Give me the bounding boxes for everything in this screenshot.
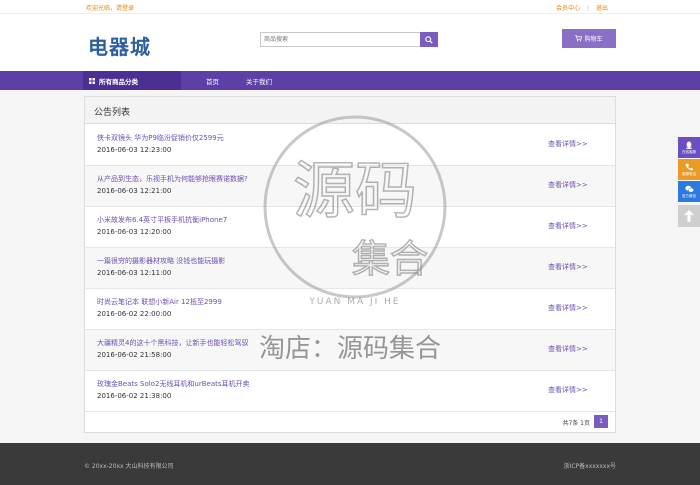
list-item: 小米故发布6.4英寸平板手机抗衡iPhone7 2016-06-03 12:20… [85, 207, 615, 248]
cart-label: 购物车 [584, 36, 603, 43]
view-details-link[interactable]: 查看详情>> [548, 385, 588, 395]
welcome-login-link[interactable]: 欢迎光临，请登录 [86, 3, 134, 12]
search-box [260, 32, 438, 47]
back-to-top-button[interactable] [678, 205, 700, 227]
pagination: 共7条 1页 1 [85, 411, 615, 433]
top-links: 会员中心 | 退出 [551, 3, 608, 12]
top-bar: 欢迎光临，请登录 会员中心 | 退出 [0, 0, 700, 14]
site-header: 电器城 购物车 [0, 14, 700, 71]
cart-button[interactable]: 购物车 [562, 29, 616, 48]
phone-icon [685, 163, 693, 170]
sidebar-wechat-label: 官方微信 [682, 193, 696, 198]
announcement-panel: 公告列表 侠卡双镜头 华为P9临汾促销价仅2599元 2016-06-03 12… [84, 96, 616, 433]
logout-link[interactable]: 退出 [596, 5, 608, 12]
list-item: 侠卡双镜头 华为P9临汾促销价仅2599元 2016-06-03 12:23:0… [85, 125, 615, 166]
announcement-date: 2016-06-03 12:11:00 [97, 269, 172, 277]
cart-icon [575, 35, 583, 42]
top-links-divider: | [587, 5, 590, 12]
list-item: 大疆精灵4的这十个黑科技，让新手也能轻松驾驭 2016-06-02 21:58:… [85, 330, 615, 371]
sidebar-qq-label: 在线客服 [682, 149, 696, 154]
view-details-link[interactable]: 查看详情>> [548, 344, 588, 354]
announcement-date: 2016-06-03 12:21:00 [97, 187, 172, 195]
list-item: 从产品到生态，乐视手机为何能够抢眼赛诺数据? 2016-06-03 12:21:… [85, 166, 615, 207]
all-categories-label: 所有商品分类 [99, 77, 138, 86]
announcement-date: 2016-06-02 21:38:00 [97, 392, 172, 400]
announcement-title[interactable]: 大疆精灵4的这十个黑科技，让新手也能轻松驾驭 [97, 338, 248, 348]
grid-icon [89, 77, 95, 84]
member-center-link[interactable]: 会员中心 [556, 5, 580, 12]
nav-item-home[interactable]: 首页 [206, 76, 219, 86]
sidebar-wechat-button[interactable]: 官方微信 [678, 181, 700, 202]
announcement-date: 2016-06-02 22:00:00 [97, 310, 172, 318]
announcement-title[interactable]: 小米故发布6.4英寸平板手机抗衡iPhone7 [97, 215, 227, 225]
wechat-icon [684, 185, 694, 192]
page-button-current[interactable]: 1 [594, 415, 608, 428]
announcement-title[interactable]: 玫瑰金Beats Solo2无线耳机和urBeats耳机开卖 [97, 379, 250, 389]
list-item: 一篇很穷的摄影器材攻略 没钱也能玩摄影 2016-06-03 12:11:00 … [85, 248, 615, 289]
arrow-up-icon [684, 210, 694, 222]
footer-icp[interactable]: 浙ICP备xxxxxxx号 [564, 461, 616, 470]
list-item: 玫瑰金Beats Solo2无线耳机和urBeats耳机开卖 2016-06-0… [85, 371, 615, 412]
site-footer: © 20xx-20xx 大山科技有限公司 浙ICP备xxxxxxx号 [0, 443, 700, 485]
pagination-info: 共7条 1页 [562, 420, 590, 427]
main-nav: 所有商品分类 首页 关于我们 [0, 71, 700, 90]
search-icon [425, 35, 433, 44]
view-details-link[interactable]: 查看详情>> [548, 303, 588, 313]
view-details-link[interactable]: 查看详情>> [548, 221, 588, 231]
announcement-date: 2016-06-03 12:20:00 [97, 228, 172, 236]
all-categories-menu[interactable]: 所有商品分类 [83, 71, 181, 90]
announcement-title[interactable]: 时尚云笔记本 联想小新Air 12抵至2999 [97, 297, 222, 307]
search-input[interactable] [261, 33, 421, 46]
search-button[interactable] [420, 32, 438, 47]
announcement-title[interactable]: 从产品到生态，乐视手机为何能够抢眼赛诺数据? [97, 174, 248, 184]
sidebar-phone-label: 客服电话 [682, 171, 696, 176]
announcement-title[interactable]: 侠卡双镜头 华为P9临汾促销价仅2599元 [97, 133, 224, 143]
announcement-date: 2016-06-03 12:23:00 [97, 146, 172, 154]
nav-item-about[interactable]: 关于我们 [246, 76, 272, 86]
footer-copyright: © 20xx-20xx 大山科技有限公司 [84, 463, 174, 470]
sidebar-phone-button[interactable]: 客服电话 [678, 159, 700, 180]
list-item: 时尚云笔记本 联想小新Air 12抵至2999 2016-06-02 22:00… [85, 289, 615, 330]
announcement-date: 2016-06-02 21:58:00 [97, 351, 172, 359]
panel-title: 公告列表 [85, 97, 615, 124]
view-details-link[interactable]: 查看详情>> [548, 139, 588, 149]
sidebar-qq-button[interactable]: 在线客服 [678, 137, 700, 158]
announcement-title[interactable]: 一篇很穷的摄影器材攻略 没钱也能玩摄影 [97, 256, 225, 266]
site-logo[interactable]: 电器城 [88, 31, 151, 60]
qq-icon [685, 141, 693, 149]
view-details-link[interactable]: 查看详情>> [548, 262, 588, 272]
view-details-link[interactable]: 查看详情>> [548, 180, 588, 190]
